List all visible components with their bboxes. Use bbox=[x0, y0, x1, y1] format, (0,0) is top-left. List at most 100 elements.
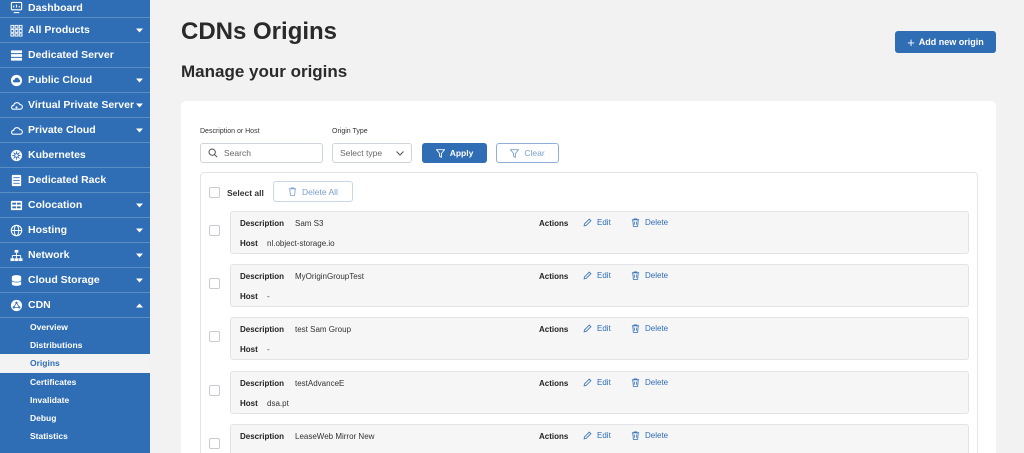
host-key: Host bbox=[240, 292, 258, 301]
delete-button[interactable]: Delete bbox=[631, 378, 668, 387]
sidebar-item-label: CDN bbox=[28, 299, 51, 311]
delete-label: Delete bbox=[645, 271, 669, 280]
delete-button[interactable]: Delete bbox=[631, 271, 668, 280]
edit-label: Edit bbox=[597, 324, 611, 333]
edit-label: Edit bbox=[597, 218, 611, 227]
select-all-checkbox[interactable] bbox=[209, 187, 220, 198]
sidebar-subitem-origins[interactable]: Origins bbox=[0, 354, 150, 373]
sidebar-item-all-products[interactable]: All Products bbox=[0, 18, 150, 43]
chevron-down-icon bbox=[134, 228, 144, 233]
sidebar-item-network[interactable]: Network bbox=[0, 243, 150, 268]
pencil-icon bbox=[583, 271, 597, 280]
origin-type-label: Origin Type bbox=[332, 128, 368, 135]
sidebar-subitem-certificates[interactable]: Certificates bbox=[0, 373, 150, 391]
apply-label: Apply bbox=[449, 148, 474, 158]
sidebar-subitem-statistics[interactable]: Statistics bbox=[0, 427, 150, 445]
edit-button[interactable]: Edit bbox=[583, 271, 611, 280]
filter-icon bbox=[435, 148, 445, 158]
row-checkbox[interactable] bbox=[209, 438, 220, 449]
sidebar-item-label: Dedicated Server bbox=[28, 49, 114, 61]
sidebar-item-dedicated-server[interactable]: Dedicated Server bbox=[0, 43, 150, 68]
trash-icon bbox=[631, 378, 645, 387]
origin-description: MyOriginGroupTest bbox=[295, 272, 364, 281]
clear-filter-icon bbox=[510, 148, 520, 158]
row-checkbox[interactable] bbox=[209, 225, 220, 236]
delete-button[interactable]: Delete bbox=[631, 218, 668, 227]
add-new-origin-button[interactable]: + Add new origin bbox=[895, 31, 996, 53]
description-key: Description bbox=[240, 272, 285, 281]
delete-all-button[interactable]: Delete All bbox=[273, 181, 353, 202]
cdn-submenu: Overview Distributions Origins Certificates… bbox=[0, 318, 150, 446]
origin-description: LeaseWeb Mirror New bbox=[295, 432, 375, 441]
sidebar-item-label: Virtual Private Server bbox=[28, 99, 135, 111]
trash-icon bbox=[631, 324, 645, 333]
sidebar-subitem-invalidate[interactable]: Invalidate bbox=[0, 391, 150, 409]
origin-row: Description test Sam Group Host - Actions Edi… bbox=[230, 317, 969, 360]
pencil-icon bbox=[583, 324, 597, 333]
pencil-icon bbox=[583, 218, 597, 227]
trash-icon bbox=[631, 271, 645, 280]
chevron-down-icon bbox=[134, 103, 144, 108]
sidebar-item-dedicated-rack[interactable]: Dedicated Rack bbox=[0, 168, 150, 193]
origin-row: Description MyOriginGroupTest Host - Actions… bbox=[230, 264, 969, 307]
network-icon bbox=[9, 248, 23, 262]
description-key: Description bbox=[240, 219, 285, 228]
sidebar-item-virtual-private-server[interactable]: Virtual Private Server bbox=[0, 93, 150, 118]
pencil-icon bbox=[583, 431, 597, 440]
sidebar-item-label: Private Cloud bbox=[28, 124, 96, 136]
row-checkbox[interactable] bbox=[209, 331, 220, 342]
plus-icon: + bbox=[907, 34, 915, 50]
sidebar-item-label: Colocation bbox=[28, 199, 83, 211]
public-cloud-icon bbox=[9, 73, 23, 87]
row-checkbox[interactable] bbox=[209, 278, 220, 289]
sidebar-item-cdn[interactable]: CDN bbox=[0, 293, 150, 318]
sidebar-item-public-cloud[interactable]: Public Cloud bbox=[0, 68, 150, 93]
description-key: Description bbox=[240, 379, 285, 388]
edit-label: Edit bbox=[597, 378, 611, 387]
sidebar-item-colocation[interactable]: Colocation bbox=[0, 193, 150, 218]
clear-button[interactable]: Clear bbox=[496, 143, 559, 163]
edit-button[interactable]: Edit bbox=[583, 324, 611, 333]
sidebar-item-hosting[interactable]: Hosting bbox=[0, 218, 150, 243]
search-input[interactable]: Search bbox=[200, 143, 323, 163]
chevron-down-icon bbox=[134, 253, 144, 258]
edit-button[interactable]: Edit bbox=[583, 431, 611, 440]
edit-button[interactable]: Edit bbox=[583, 218, 611, 227]
select-all-label: Select all bbox=[227, 188, 264, 198]
sidebar-item-label: Hosting bbox=[28, 224, 68, 236]
sidebar-item-dashboard[interactable]: Dashboard bbox=[0, 0, 150, 18]
edit-label: Edit bbox=[597, 431, 611, 440]
cdn-icon bbox=[9, 298, 23, 312]
sidebar-item-label: Kubernetes bbox=[28, 149, 86, 161]
chevron-down-icon bbox=[134, 278, 144, 283]
dashboard-icon bbox=[9, 0, 23, 14]
trash-icon bbox=[631, 431, 645, 440]
delete-button[interactable]: Delete bbox=[631, 324, 668, 333]
hosting-icon bbox=[9, 223, 23, 237]
sidebar-item-private-cloud[interactable]: Private Cloud bbox=[0, 118, 150, 143]
actions-key: Actions bbox=[539, 219, 569, 228]
edit-button[interactable]: Edit bbox=[583, 378, 611, 387]
chevron-down-icon bbox=[134, 28, 144, 33]
sidebar-item-kubernetes[interactable]: Kubernetes bbox=[0, 143, 150, 168]
grid-icon bbox=[9, 23, 23, 37]
actions-key: Actions bbox=[539, 272, 569, 281]
row-checkbox[interactable] bbox=[209, 385, 220, 396]
delete-button[interactable]: Delete bbox=[631, 431, 668, 440]
apply-button[interactable]: Apply bbox=[422, 143, 487, 163]
host-key: Host bbox=[240, 345, 258, 354]
origin-description: testAdvanceE bbox=[295, 379, 345, 388]
chevron-up-icon bbox=[134, 303, 144, 308]
origin-host: nl.object-storage.io bbox=[267, 239, 335, 248]
origin-host: - bbox=[267, 292, 270, 301]
sidebar-item-cloud-storage[interactable]: Cloud Storage bbox=[0, 268, 150, 293]
pencil-icon bbox=[583, 378, 597, 387]
host-key: Host bbox=[240, 399, 258, 408]
sidebar-subitem-distributions[interactable]: Distributions bbox=[0, 336, 150, 354]
sidebar-subitem-debug[interactable]: Debug bbox=[0, 409, 150, 427]
origin-type-select[interactable]: Select type bbox=[332, 143, 412, 163]
delete-label: Delete bbox=[645, 378, 669, 387]
sidebar-subitem-overview[interactable]: Overview bbox=[0, 318, 150, 336]
actions-key: Actions bbox=[539, 325, 569, 334]
add-new-origin-label: Add new origin bbox=[918, 37, 984, 47]
